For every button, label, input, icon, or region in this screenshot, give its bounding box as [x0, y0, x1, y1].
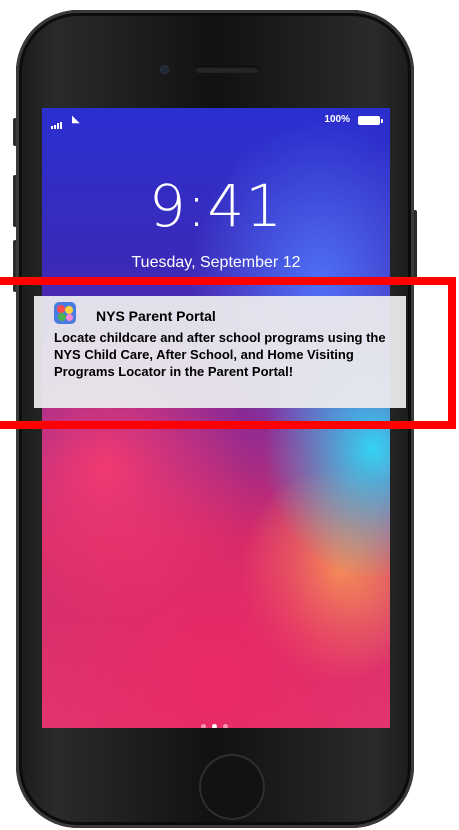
page-dot-active [212, 724, 217, 728]
page-dot [223, 724, 228, 728]
status-bar: ◣ 100% [42, 108, 390, 130]
signal-icon [51, 117, 63, 129]
highlight-box [0, 277, 456, 429]
lock-clock: 9:41 [148, 172, 284, 240]
page-dot [201, 724, 206, 728]
lock-date: Tuesday, September 12 [131, 254, 301, 271]
home-button[interactable] [199, 754, 265, 820]
earpiece-speaker [195, 66, 259, 73]
wifi-icon: ◣ [72, 114, 80, 125]
page-indicator [198, 716, 231, 728]
battery-icon [358, 116, 383, 125]
battery-percentage: 100% [324, 114, 350, 125]
front-camera [160, 65, 169, 74]
